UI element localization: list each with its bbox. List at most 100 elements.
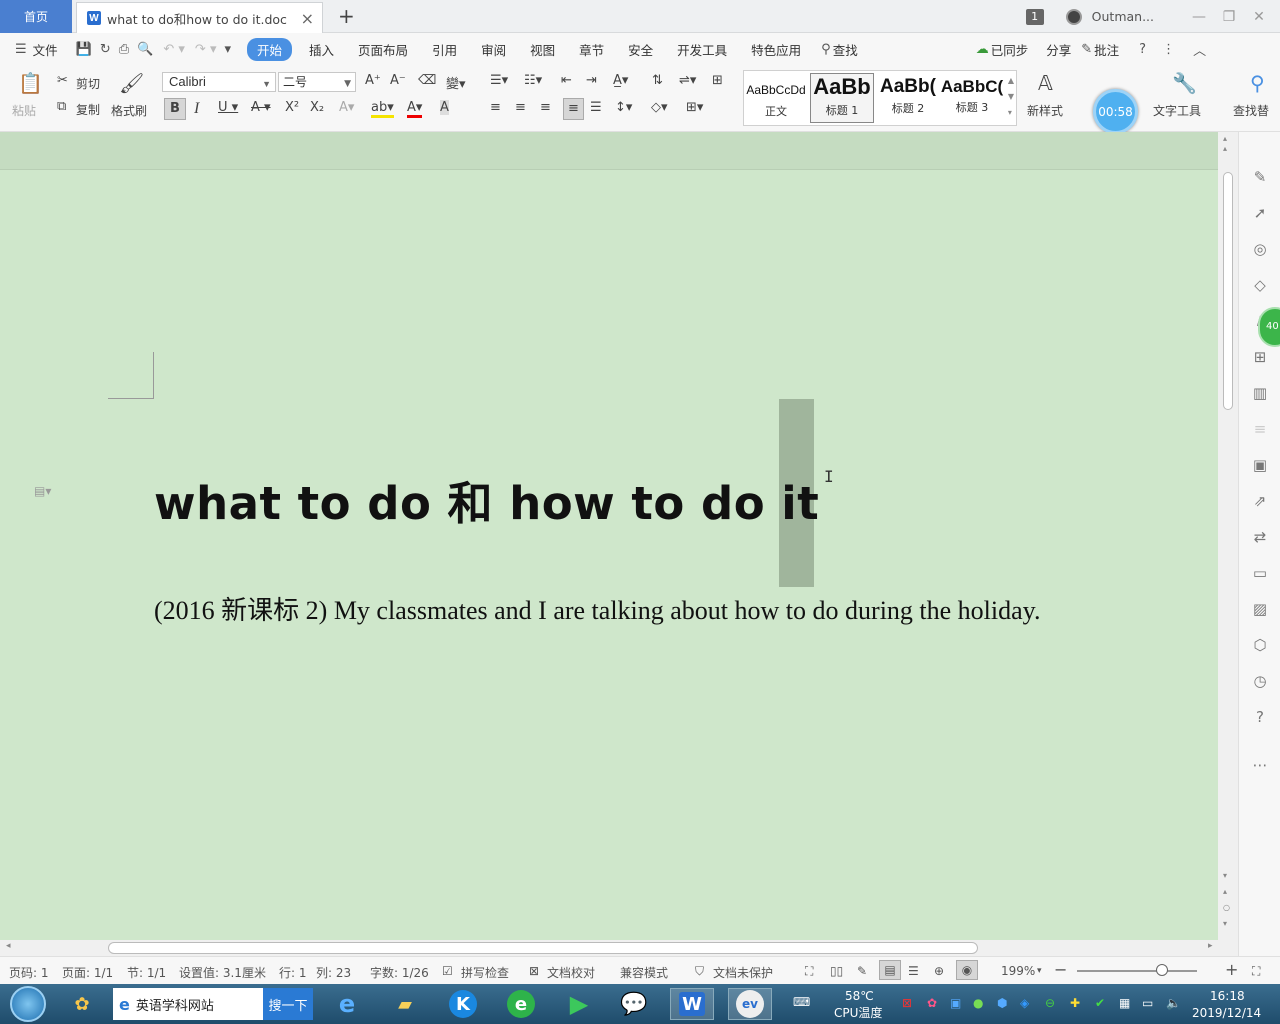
clock-date[interactable]: 2019/12/14 [1192, 1005, 1261, 1021]
tray-wechat-icon[interactable]: ● [973, 995, 983, 1011]
keyboard-icon[interactable]: ⌨ [793, 994, 810, 1010]
help-circle-icon[interactable]: ? [1251, 708, 1269, 726]
proofread-button[interactable]: 文档校对 [547, 964, 595, 981]
subscript-icon[interactable]: X₂ [310, 100, 324, 115]
spellcheck-button[interactable]: 拼写检查 [461, 964, 509, 981]
close-window-icon[interactable]: ✕ [1244, 9, 1274, 25]
menu-references[interactable]: 引用 [432, 40, 457, 59]
select-icon[interactable]: ➚ [1251, 204, 1269, 222]
show-marks-icon[interactable]: ⇌▾ [679, 73, 696, 88]
horizontal-scrollbar[interactable]: ◂ ▸ [0, 940, 1238, 956]
file-explorer-icon[interactable]: ▰ [383, 988, 427, 1020]
protect-status[interactable]: 文档未保护 [713, 964, 773, 981]
chinese-layout-icon[interactable]: A̲▾ [613, 73, 628, 88]
page-view-icon[interactable]: ▤ [879, 960, 901, 980]
spellcheck-icon[interactable]: ☑ [442, 964, 453, 978]
tray-app-icon[interactable]: ▣ [950, 995, 961, 1011]
style-heading-3[interactable]: AaBbC( 标题 3 [940, 73, 1004, 123]
browser-360-icon[interactable]: e [499, 988, 543, 1020]
shapes-icon[interactable]: ◇ [1251, 276, 1269, 294]
copy-icon[interactable]: ⧉ [57, 99, 66, 114]
zoom-slider-handle[interactable] [1156, 964, 1168, 976]
tray-flower-icon[interactable]: ✿ [927, 995, 937, 1011]
vertical-scrollbar[interactable]: ▴ ▴ ▾ ▴ ○ ▾ [1218, 132, 1238, 940]
gallery-icon[interactable]: ▣ [1251, 456, 1269, 474]
tray-check-icon[interactable]: ✔ [1095, 995, 1105, 1011]
pen-icon[interactable]: ✎ [1251, 168, 1269, 186]
user-avatar[interactable] [1065, 8, 1082, 25]
sync-status[interactable]: 已同步 [991, 40, 1029, 59]
menu-features[interactable]: 特色应用 [751, 40, 801, 59]
share-button[interactable]: 分享 [1046, 40, 1071, 59]
comment-button[interactable]: 批注 [1094, 40, 1119, 59]
new-tab-button[interactable]: + [338, 4, 355, 28]
scroll-down-icon[interactable]: ▾ ▴ ○ ▾ [1223, 868, 1230, 932]
restore-icon[interactable]: ❐ [1214, 9, 1244, 25]
increase-indent-icon[interactable]: ⇥ [586, 73, 597, 88]
style-normal[interactable]: AaBbCcDd 正文 [744, 73, 808, 123]
char-shading-icon[interactable]: A [440, 100, 449, 115]
bold-icon[interactable]: B [164, 98, 186, 120]
shrink-font-icon[interactable]: A⁻ [390, 73, 406, 88]
document-page[interactable]: what to do 和 how to do it I ▤▾ (2016 新课标… [0, 170, 1218, 940]
vertical-scroll-thumb[interactable] [1223, 172, 1233, 410]
search-go-button[interactable]: 搜一下 [263, 988, 313, 1020]
zoom-slider[interactable] [1077, 970, 1197, 972]
grow-font-icon[interactable]: A⁺ [365, 73, 381, 88]
eye-care-icon[interactable]: ◉ [956, 960, 978, 980]
print-preview-icon[interactable]: 🔍 [137, 42, 153, 57]
status-wordcount[interactable]: 字数: 1/26 [370, 964, 429, 981]
bullet-list-icon[interactable]: ☰▾ [490, 73, 508, 88]
horizontal-scroll-thumb[interactable] [108, 942, 978, 954]
proofread-icon[interactable]: ⊠ [529, 964, 539, 978]
menu-security[interactable]: 安全 [628, 40, 653, 59]
start-button[interactable] [10, 986, 46, 1022]
sort-icon[interactable]: ⇅ [652, 73, 663, 88]
new-style-button[interactable]: 新样式 [1027, 102, 1063, 119]
numbered-list-icon[interactable]: ☷▾ [524, 73, 542, 88]
tray-wps-icon[interactable]: ⊠ [902, 995, 912, 1011]
wechat-icon[interactable]: 💬 [612, 988, 656, 1020]
cut-icon[interactable]: ✂ [57, 73, 68, 88]
paste-icon[interactable]: 📋 [18, 71, 43, 95]
font-name-select[interactable]: Calibri ▼ [162, 72, 276, 92]
customize-icon[interactable]: ▾ [224, 42, 231, 57]
chart-icon[interactable]: ▥ [1251, 384, 1269, 402]
style-heading-2[interactable]: AaBb( 标题 2 [876, 73, 940, 123]
italic-icon[interactable]: I [194, 100, 199, 118]
paragraph-marker-icon[interactable]: ▤▾ [34, 484, 51, 498]
text-effect-icon[interactable]: A▾ [339, 100, 354, 115]
scroll-right-icon[interactable]: ▸ [1208, 941, 1213, 951]
copy-button[interactable]: 复制 [76, 101, 100, 118]
font-color-icon[interactable]: A▾ [407, 100, 423, 118]
align-left-icon[interactable]: ≡ [490, 100, 501, 115]
menu-search[interactable]: 查找 [833, 40, 858, 59]
redo-icon[interactable]: ↷ ▾ [195, 42, 217, 57]
close-tab-icon[interactable]: × [301, 9, 314, 28]
format-painter-icon[interactable]: 🖌 [119, 71, 144, 95]
fit-window-icon[interactable]: ⛶ [1252, 964, 1260, 979]
username[interactable]: Outman... [1092, 9, 1154, 24]
tray-plus-icon[interactable]: ✚ [1070, 995, 1080, 1011]
fullscreen-icon[interactable]: ⛶ [805, 964, 813, 979]
collapse-ribbon-icon[interactable]: ︿ [1193, 40, 1206, 59]
clock-time[interactable]: 16:18 [1210, 988, 1245, 1004]
tray-cube-icon[interactable]: ⬢ [997, 995, 1007, 1011]
help-icon[interactable]: ? [1139, 42, 1146, 57]
kugou-icon[interactable]: K [441, 988, 485, 1020]
cut-button[interactable]: 剪切 [76, 75, 100, 92]
undo-icon[interactable]: ↶ ▾ [163, 42, 185, 57]
shield-icon[interactable]: ⬡ [1251, 636, 1269, 654]
comment-icon[interactable]: ✎ [1081, 42, 1092, 57]
new-style-icon[interactable]: 𝔸 [1038, 71, 1053, 95]
zoom-in-icon[interactable]: + [1225, 960, 1238, 979]
align-right-icon[interactable]: ≡ [540, 100, 551, 115]
align-center-icon[interactable]: ≡ [515, 100, 526, 115]
read-mode-icon[interactable]: ▯▯ [830, 964, 843, 978]
status-setting[interactable]: 设置值: 3.1厘米 [179, 964, 266, 981]
zoom-out-icon[interactable]: − [1054, 960, 1067, 979]
menu-insert[interactable]: 插入 [309, 40, 334, 59]
format-painter-button[interactable]: 格式刷 [111, 102, 147, 119]
protect-icon[interactable]: ⛉ [695, 964, 704, 979]
paste-button[interactable]: 粘贴 [12, 102, 36, 119]
